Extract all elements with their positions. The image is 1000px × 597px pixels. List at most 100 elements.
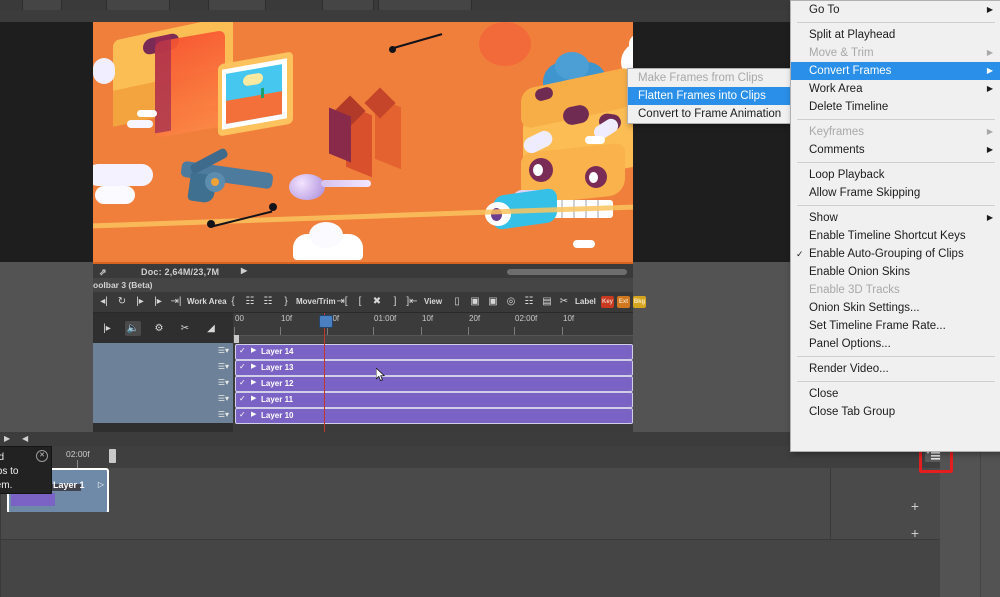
clip-layer-11[interactable]: ✓ ▶ Layer 11 — [235, 392, 633, 408]
timeline-2-audio-track[interactable] — [0, 512, 940, 540]
add-marker-icon[interactable]: ▣ — [468, 295, 482, 309]
status-expand-arrow-icon[interactable]: ▶ — [241, 266, 247, 275]
clip-expand-arrow-icon[interactable]: ▶ — [251, 346, 256, 354]
link-clips-icon[interactable]: ☷ — [522, 295, 536, 309]
work-area-end-icon[interactable]: } — [279, 295, 293, 309]
track-header-row[interactable]: ☰▾ — [93, 391, 233, 408]
menu-item-convert-frames[interactable]: Convert Frames ▶ — [791, 62, 1000, 80]
track-menu-icon[interactable]: ☰▾ — [209, 377, 229, 389]
add-audio-button[interactable]: + — [902, 523, 928, 543]
table-row[interactable]: ✓ ▶ Layer 10 — [233, 407, 633, 424]
table-row[interactable]: ✓ ▶ Layer 11 — [233, 391, 633, 408]
clip-layer-13[interactable]: ✓ ▶ Layer 13 — [235, 360, 633, 376]
track-menu-icon[interactable]: ☰▾ — [209, 361, 229, 373]
clip-visibility-icon[interactable]: ✓ — [239, 346, 246, 355]
panel-tab-row[interactable]: oolbar 3 (Beta) — [93, 278, 633, 292]
go-to-last-frame-icon[interactable]: ⇥| — [169, 295, 183, 309]
clip-layer-10[interactable]: ✓ ▶ Layer 10 — [235, 408, 633, 424]
set-out-point-icon[interactable]: ] — [388, 295, 402, 309]
clip-expand-arrow-icon[interactable]: ▶ — [251, 410, 256, 418]
table-row[interactable]: ✓ ▶ Layer 12 — [233, 375, 633, 392]
menu-item-set-timeline-frame-rate[interactable]: Set Timeline Frame Rate... — [791, 317, 1000, 335]
share-icon[interactable]: ⇗ — [99, 267, 107, 278]
clip-visibility-icon[interactable]: ✓ — [239, 394, 246, 403]
menu-item-enable-timeline-shortcut-keys[interactable]: Enable Timeline Shortcut Keys — [791, 227, 1000, 245]
loop-icon[interactable]: ↻ — [115, 295, 129, 309]
clip-expand-arrow-icon[interactable]: ▶ — [251, 362, 256, 370]
clip-expand-arrow-icon[interactable]: ▶ — [251, 378, 256, 386]
track-header-row[interactable]: ☰▾ — [93, 407, 233, 424]
transition-icon[interactable]: ✂ — [557, 295, 571, 309]
clip-expand-arrow-icon[interactable]: ▶ — [251, 394, 256, 402]
track-menu-icon[interactable]: ☰▾ — [209, 393, 229, 405]
track-menu-icon[interactable]: ☰▾ — [209, 409, 229, 421]
previous-frame-icon[interactable]: |▸ — [133, 295, 147, 309]
cut-clip-icon[interactable]: ✖ — [370, 295, 384, 309]
menu-item-split-at-playhead[interactable]: Split at Playhead — [791, 26, 1000, 44]
menu-item-show[interactable]: Show ▶ — [791, 209, 1000, 227]
trim-end-icon[interactable]: ]⇤ — [405, 295, 419, 309]
view-frame-icon[interactable]: ▯ — [450, 295, 464, 309]
document-canvas[interactable] — [93, 22, 633, 262]
clip-layer-14[interactable]: ✓ ▶ Layer 14 — [235, 344, 633, 360]
menu-separator — [797, 205, 995, 206]
menu-item-close-tab-group[interactable]: Close Tab Group — [791, 403, 1000, 421]
trim-start-icon[interactable]: ⇥[ — [335, 295, 349, 309]
audio-icon[interactable]: 🔈 — [125, 321, 141, 336]
track-header-row[interactable]: ☰▾ — [93, 359, 233, 376]
track-menu-icon[interactable]: ☰▾ — [209, 345, 229, 357]
work-area-start-icon[interactable]: { — [226, 295, 240, 309]
clip-visibility-icon[interactable]: ✓ — [239, 378, 246, 387]
canvas-horizontal-scrollbar[interactable] — [507, 269, 627, 275]
play-icon[interactable]: ▶ — [4, 434, 10, 443]
enable-audio-playback-icon[interactable]: |▸ — [99, 321, 115, 336]
clip-area[interactable]: ✓ ▶ Layer 14 ✓ ▶ Layer 13 ✓ ▶ Layer 12 ✓… — [233, 343, 633, 435]
panel-tab-label[interactable]: oolbar 3 (Beta) — [93, 280, 153, 290]
film-strip-icon[interactable]: ▤ — [540, 295, 554, 309]
timeline-panel-menu[interactable]: Go To ▶ Split at Playhead Move & Trim ▶ … — [790, 0, 1000, 452]
label-bkg-badge[interactable]: Bkg — [633, 296, 646, 308]
track-header-row[interactable]: ☰▾ — [93, 375, 233, 392]
table-row[interactable]: ✓ ▶ Layer 14 — [233, 343, 633, 360]
lift-work-area-icon[interactable]: ☷ — [261, 295, 275, 309]
clip-visibility-icon[interactable]: ✓ — [239, 410, 246, 419]
menu-item-go-to[interactable]: Go To ▶ — [791, 1, 1000, 19]
transition-ramp-icon[interactable]: ◢ — [203, 321, 219, 336]
close-icon[interactable]: ✕ — [36, 450, 48, 462]
convert-frames-submenu[interactable]: Make Frames from Clips Flatten Frames in… — [627, 68, 791, 124]
menu-item-delete-timeline[interactable]: Delete Timeline — [791, 98, 1000, 116]
menu-item-loop-playback[interactable]: Loop Playback — [791, 166, 1000, 184]
menu-item-enable-onion-skins[interactable]: Enable Onion Skins — [791, 263, 1000, 281]
menu-item-close[interactable]: Close — [791, 385, 1000, 403]
menu-item-convert-to-frame-animation[interactable]: Convert to Frame Animation — [628, 105, 790, 123]
add-media-button[interactable]: + — [902, 496, 928, 516]
next-frame-icon[interactable]: |▸ — [151, 295, 165, 309]
timeline-2-video-track[interactable]: ▶ Layer 1 ▷ — [0, 468, 940, 514]
track-header-row[interactable]: ☰▾ — [93, 343, 233, 360]
menu-item-enable-auto-grouping-of-clips[interactable]: ✓ Enable Auto-Grouping of Clips — [791, 245, 1000, 263]
menu-item-onion-skin-settings[interactable]: Onion Skin Settings... — [791, 299, 1000, 317]
menu-item-flatten-frames-into-clips[interactable]: Flatten Frames into Clips — [628, 87, 790, 105]
menu-item-render-video[interactable]: Render Video... — [791, 360, 1000, 378]
previous-frame-icon[interactable]: ◀ — [22, 434, 28, 443]
set-in-point-icon[interactable]: [ — [353, 295, 367, 309]
clip-trim-handle-icon[interactable]: ▷ — [98, 480, 104, 489]
table-row[interactable]: ✓ ▶ Layer 13 — [233, 359, 633, 376]
menu-item-comments[interactable]: Comments ▶ — [791, 141, 1000, 159]
menu-item-work-area[interactable]: Work Area ▶ — [791, 80, 1000, 98]
clip-visibility-icon[interactable]: ✓ — [239, 362, 246, 371]
playhead-knob[interactable] — [319, 315, 333, 328]
menu-item-allow-frame-skipping[interactable]: Allow Frame Skipping — [791, 184, 1000, 202]
settings-gear-icon[interactable]: ⚙ — [151, 321, 167, 336]
clip-layer-12[interactable]: ✓ ▶ Layer 12 — [235, 376, 633, 392]
work-area-handle[interactable] — [109, 449, 116, 463]
work-area-start-handle[interactable] — [234, 335, 239, 343]
split-work-area-icon[interactable]: ☷ — [243, 295, 257, 309]
scissors-icon[interactable]: ✂ — [177, 321, 193, 336]
menu-item-panel-options[interactable]: Panel Options... — [791, 335, 1000, 353]
onion-skin-icon[interactable]: ◎ — [504, 295, 518, 309]
label-key-badge[interactable]: Key — [601, 296, 614, 308]
marker-icon[interactable]: ▣ — [486, 295, 500, 309]
go-to-first-frame-icon[interactable]: ◂| — [97, 295, 111, 309]
label-ext-badge[interactable]: Ext — [617, 296, 630, 308]
